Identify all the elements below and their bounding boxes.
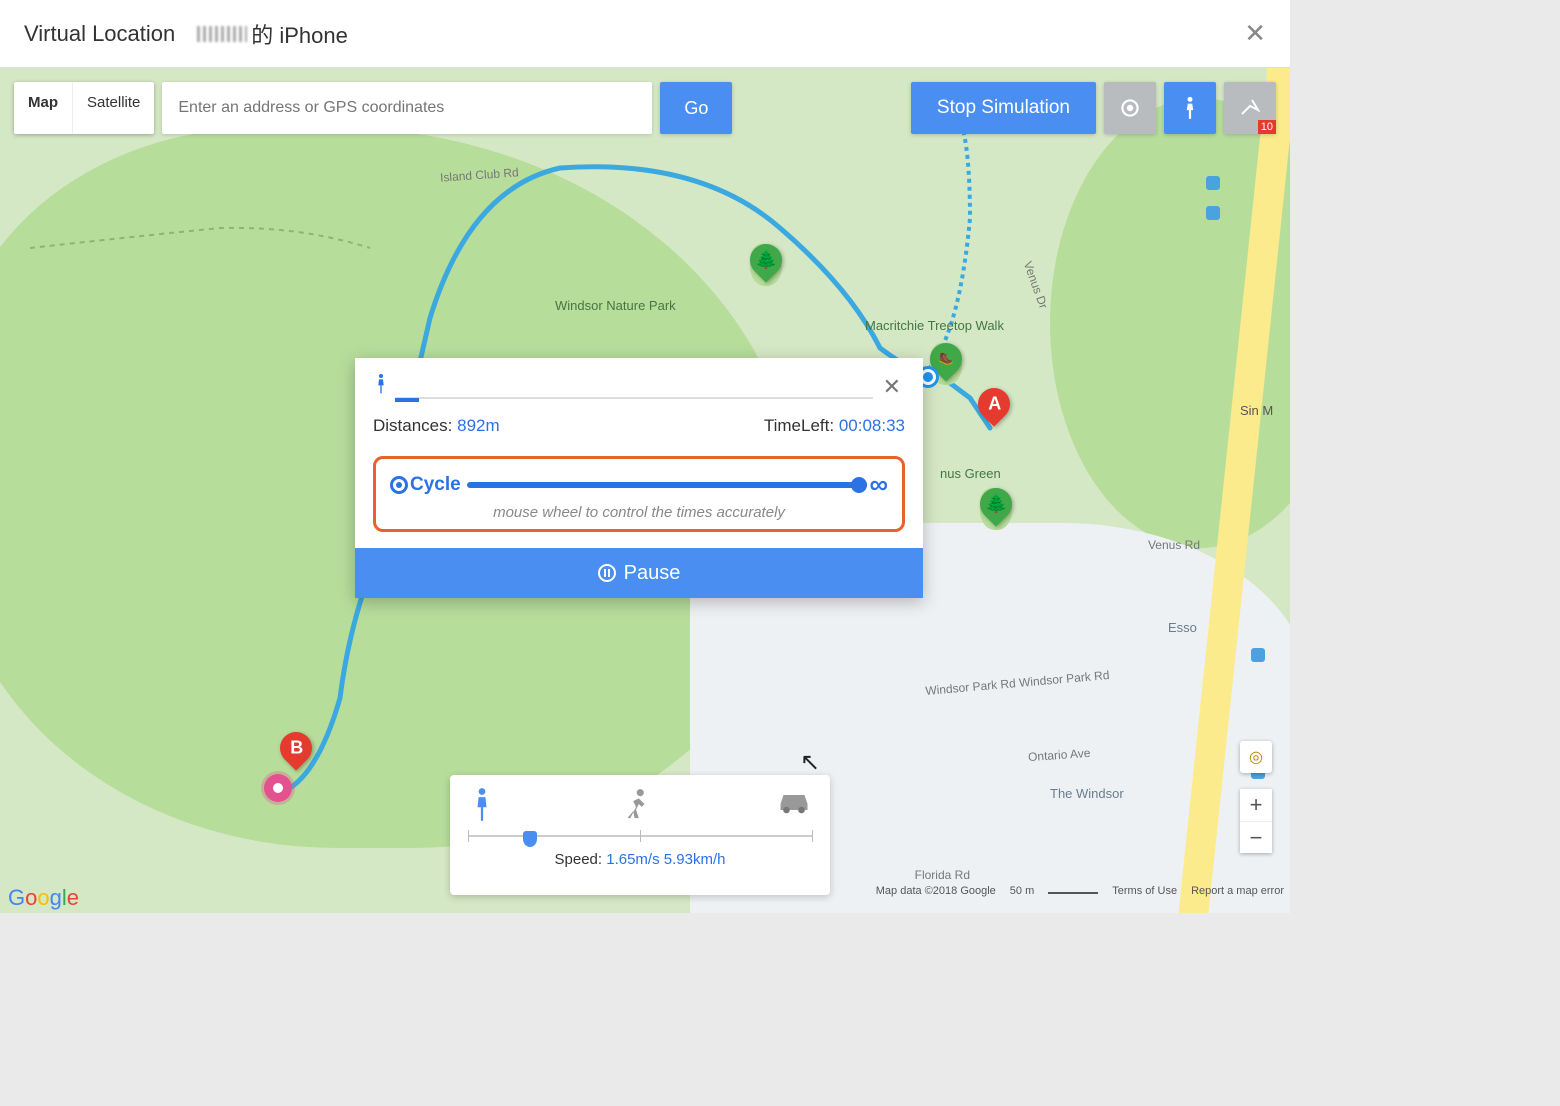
search-input[interactable] <box>178 99 636 117</box>
speed-prefix: Speed: <box>555 851 603 868</box>
bus-icon <box>1251 648 1265 662</box>
marker-a-label: A <box>988 394 1001 415</box>
cycle-control[interactable]: Cycle ∞ mouse wheel to control the times… <box>373 456 905 532</box>
report-link[interactable]: Report a map error <box>1191 885 1284 911</box>
poi-windsor-park[interactable]: Windsor Nature Park <box>555 298 676 313</box>
target-dot <box>264 774 292 802</box>
zoom-in-button[interactable]: + <box>1240 789 1272 821</box>
marker-a[interactable]: A <box>978 388 1010 430</box>
bus-icon <box>1206 206 1220 220</box>
marker-b-label: B <box>290 738 303 759</box>
google-logo: Google <box>8 885 79 911</box>
infinity-icon: ∞ <box>869 469 888 500</box>
device-blur <box>197 26 247 42</box>
target-icon <box>390 476 408 494</box>
locate-button[interactable] <box>1104 82 1156 134</box>
titlebar: Virtual Location 的 iPhone ✕ <box>0 0 1290 68</box>
device-name: 的 iPhone <box>193 18 348 50</box>
distances-value: 892m <box>457 416 500 435</box>
app-title: Virtual Location <box>24 21 175 47</box>
timeleft-value: 00:08:33 <box>839 416 905 435</box>
recenter-button[interactable]: ◎ <box>1240 741 1272 773</box>
scale-label: 50 m <box>1010 885 1034 911</box>
walk-icon <box>373 372 389 402</box>
timeleft-label: TimeLeft: <box>764 416 834 435</box>
go-button[interactable]: Go <box>660 82 732 134</box>
road-label: Florida Rd <box>915 868 970 882</box>
simulation-popup: ✕ Distances: 892m TimeLeft: 00:08:33 Cyc… <box>355 358 923 598</box>
run-speed-icon[interactable] <box>619 787 653 831</box>
road-label: Venus Dr <box>1020 259 1050 310</box>
poi-treetop[interactable]: Macritchie Treetop Walk <box>865 318 1004 333</box>
walk-speed-icon[interactable] <box>468 787 496 831</box>
zoom-out-button[interactable]: − <box>1240 821 1272 853</box>
map-canvas[interactable]: Island Club Rd Venus Dr Venus Rd Windsor… <box>0 68 1290 913</box>
cycle-slider-thumb[interactable] <box>851 477 867 493</box>
drive-speed-icon[interactable] <box>776 787 812 831</box>
speed-slider[interactable] <box>468 835 812 837</box>
marker-b[interactable]: B <box>280 732 312 774</box>
road-label: Venus Rd <box>1148 538 1200 552</box>
distances-label: Distances: <box>373 416 452 435</box>
progress-track <box>395 397 873 399</box>
poi-windsor[interactable]: The Windsor <box>1050 786 1124 801</box>
poi-sinm[interactable]: Sin M <box>1240 403 1273 418</box>
pause-label: Pause <box>624 562 681 585</box>
terms-link[interactable]: Terms of Use <box>1112 885 1177 911</box>
toolbar: Map Satellite Go Stop Simulation 10 <box>14 82 1276 134</box>
close-icon[interactable]: ✕ <box>1244 18 1266 49</box>
poi-esso[interactable]: Esso <box>1168 620 1197 635</box>
speed-slider-thumb[interactable] <box>523 831 537 847</box>
cycle-hint: mouse wheel to control the times accurat… <box>390 504 888 521</box>
popup-close-icon[interactable]: ✕ <box>879 372 905 402</box>
search-box[interactable] <box>162 82 652 134</box>
walk-mode-button[interactable] <box>1164 82 1216 134</box>
poi-marker-icon[interactable]: 🌲 <box>980 488 1012 530</box>
map-data-label: Map data ©2018 Google <box>876 885 996 911</box>
speed-panel: Speed: 1.65m/s 5.93km/h <box>450 775 830 895</box>
zoom-control: + − <box>1240 789 1272 853</box>
cycle-label: Cycle <box>390 474 461 496</box>
pause-button[interactable]: Pause <box>355 548 923 598</box>
map-type-toggle: Map Satellite <box>14 82 154 134</box>
stop-simulation-button[interactable]: Stop Simulation <box>911 82 1096 134</box>
device-suffix: 的 iPhone <box>251 18 348 50</box>
pause-icon <box>598 564 616 582</box>
cycle-slider[interactable] <box>467 482 864 488</box>
map-type-satellite[interactable]: Satellite <box>72 82 154 134</box>
scale-bar <box>1048 892 1098 911</box>
speed-value: 1.65m/s 5.93km/h <box>606 851 725 868</box>
map-footer: Google Map data ©2018 Google 50 m Terms … <box>8 885 1284 911</box>
share-button[interactable]: 10 <box>1224 82 1276 134</box>
poi-venus-green[interactable]: nus Green <box>940 466 1001 481</box>
map-type-map[interactable]: Map <box>14 82 72 134</box>
bus-icon <box>1206 176 1220 190</box>
share-badge: 10 <box>1258 120 1276 134</box>
poi-marker-icon[interactable]: 🌲 <box>750 244 782 286</box>
